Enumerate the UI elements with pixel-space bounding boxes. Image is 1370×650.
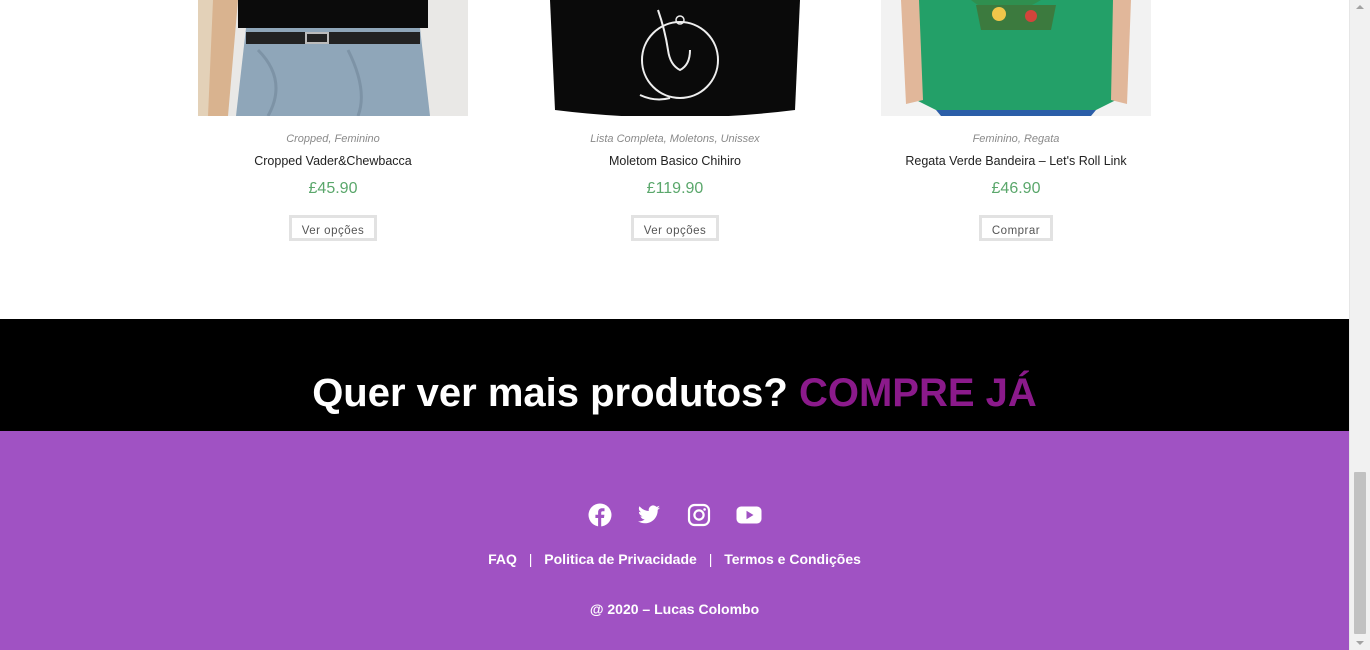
scroll-down-arrow-icon[interactable]	[1350, 636, 1370, 650]
twitter-icon[interactable]	[637, 503, 661, 527]
product-name[interactable]: Moletom Basico Chihiro	[540, 153, 810, 169]
link-separator: |	[708, 551, 713, 567]
category-link[interactable]: Unissex	[721, 133, 760, 145]
cta-question: Quer ver mais produtos?	[312, 371, 788, 415]
buy-button[interactable]: Comprar	[978, 215, 1054, 241]
product-name[interactable]: Regata Verde Bandeira – Let's Roll Link	[881, 153, 1151, 169]
product-image[interactable]	[198, 0, 468, 116]
product-name[interactable]: Cropped Vader&Chewbacca	[198, 153, 468, 169]
footer-links: FAQ | Politica de Privacidade | Termos e…	[0, 550, 1349, 568]
product-price: £119.90	[646, 180, 704, 197]
scroll-up-arrow-icon[interactable]	[1350, 0, 1370, 14]
product-categories: Feminino, Regata	[972, 133, 1060, 145]
faq-link[interactable]: FAQ	[488, 551, 517, 567]
terms-link[interactable]: Termos e Condições	[724, 551, 861, 567]
product-price: £46.90	[991, 180, 1041, 197]
category-link[interactable]: Cropped	[286, 133, 328, 145]
product-price: £45.90	[308, 180, 358, 197]
cta-heading: Quer ver mais produtos? COMPRE JÁ	[0, 369, 1349, 417]
privacy-policy-link[interactable]: Politica de Privacidade	[544, 551, 697, 567]
view-options-button[interactable]: Ver opções	[288, 215, 378, 241]
category-link[interactable]: Moletons	[670, 133, 715, 145]
product-categories: Lista Completa, Moletons, Unissex	[590, 133, 760, 145]
product-card: Feminino, Regata Regata Verde Bandeira –…	[881, 0, 1151, 241]
category-link[interactable]: Feminino	[973, 133, 1018, 145]
product-grid: Cropped, Feminino Cropped Vader&Chewbacc…	[0, 0, 1349, 319]
copyright: @ 2020 – Lucas Colombo	[589, 601, 760, 617]
social-links	[0, 503, 1349, 527]
site-footer: FAQ | Politica de Privacidade | Termos e…	[0, 431, 1349, 650]
youtube-icon[interactable]	[736, 503, 762, 527]
cta-buy-link[interactable]: COMPRE JÁ	[799, 371, 1037, 415]
product-image[interactable]	[881, 0, 1151, 116]
scrollbar-thumb[interactable]	[1354, 472, 1366, 634]
page: Cropped, Feminino Cropped Vader&Chewbacc…	[0, 0, 1349, 650]
link-separator: |	[528, 551, 533, 567]
cta-banner: Quer ver mais produtos? COMPRE JÁ	[0, 319, 1349, 431]
vertical-scrollbar[interactable]	[1349, 0, 1370, 650]
product-card: Lista Completa, Moletons, Unissex Moleto…	[540, 0, 810, 241]
product-categories: Cropped, Feminino	[286, 133, 380, 145]
product-image[interactable]	[540, 0, 810, 116]
instagram-icon[interactable]	[687, 503, 711, 527]
product-card: Cropped, Feminino Cropped Vader&Chewbacc…	[198, 0, 468, 241]
category-link[interactable]: Feminino	[335, 133, 380, 145]
category-link[interactable]: Lista Completa	[590, 133, 663, 145]
category-link[interactable]: Regata	[1024, 133, 1059, 145]
view-options-button[interactable]: Ver opções	[630, 215, 720, 241]
facebook-icon[interactable]	[588, 503, 612, 527]
